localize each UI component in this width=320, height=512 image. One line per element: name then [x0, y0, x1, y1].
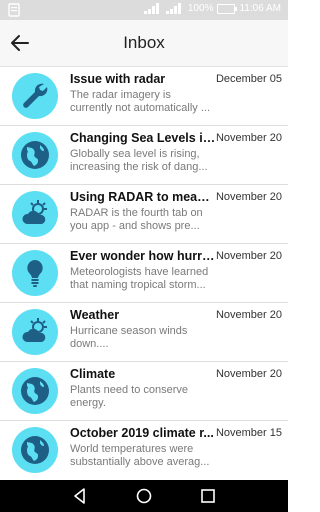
message-avatar: [12, 368, 58, 414]
message-subject: Using RADAR to measu...: [70, 190, 216, 204]
message-row[interactable]: Climate November 20 Plants need to conse…: [0, 362, 288, 421]
message-date: November 20: [215, 368, 282, 380]
inbox-list: Issue with radar December 05 The radar i…: [0, 67, 288, 479]
globe-icon: [21, 436, 49, 464]
message-preview: Hurricane season winds down....: [70, 325, 188, 350]
message-subject: October 2019 climate r...: [70, 426, 214, 440]
message-row[interactable]: Weather November 20 Hurricane season win…: [0, 303, 288, 362]
message-date: December 05: [215, 73, 282, 85]
nav-back-icon[interactable]: [70, 486, 90, 506]
page-title: Inbox: [123, 33, 165, 52]
message-preview: RADAR is the fourth tab on you app - and…: [70, 207, 203, 232]
app-bar: Inbox: [0, 20, 288, 67]
message-row[interactable]: Issue with radar December 05 The radar i…: [0, 67, 288, 126]
message-preview: Globally sea level is rising, increasing…: [70, 148, 208, 173]
message-date: November 20: [215, 132, 282, 144]
battery-icon: [217, 3, 238, 14]
wrench-icon: [23, 83, 48, 108]
message-row[interactable]: Ever wonder how hurric... November 20 Me…: [0, 244, 288, 303]
message-row[interactable]: Using RADAR to measu... November 20 RADA…: [0, 185, 288, 244]
signal-icon-2: [165, 3, 181, 14]
globe-icon: [21, 141, 49, 169]
signal-icon: [143, 3, 159, 14]
message-date: November 20: [215, 191, 282, 203]
message-preview: Meteorologists have learned that naming …: [70, 266, 209, 291]
message-date: November 20: [215, 309, 282, 321]
globe-icon: [21, 377, 49, 405]
message-avatar: [12, 132, 58, 178]
message-avatar: [12, 427, 58, 473]
cloud-sun-icon: [22, 318, 47, 342]
message-row[interactable]: October 2019 climate r... November 15 Wo…: [0, 421, 288, 479]
message-preview: World temperatures were substantially ab…: [70, 443, 210, 468]
message-date: November 20: [215, 250, 282, 262]
message-preview: The radar imagery is currently not autom…: [70, 89, 211, 114]
message-subject: Issue with radar: [70, 72, 166, 86]
message-preview: Plants need to conserve energy.: [70, 384, 189, 409]
lightbulb-icon: [27, 260, 43, 287]
message-avatar: [12, 309, 58, 355]
message-avatar: [12, 73, 58, 119]
message-subject: Climate: [70, 367, 116, 381]
notification-icon: [8, 3, 20, 17]
system-navigation-bar: [0, 480, 288, 512]
message-avatar: [12, 191, 58, 237]
status-time: 11:06 AM: [239, 3, 281, 14]
message-avatar: [12, 250, 58, 296]
battery-percent: 100%: [187, 3, 214, 14]
nav-home-icon[interactable]: [134, 486, 154, 506]
nav-recents-icon[interactable]: [198, 486, 218, 506]
message-subject: Changing Sea Levels in ...: [70, 131, 216, 145]
message-subject: Ever wonder how hurric...: [70, 249, 216, 263]
message-date: November 15: [215, 427, 282, 439]
status-bar: 100% 11:06 AM: [0, 0, 288, 20]
message-row[interactable]: Changing Sea Levels in ... November 20 G…: [0, 126, 288, 185]
cloud-sun-icon: [22, 200, 47, 224]
message-subject: Weather: [70, 308, 120, 322]
